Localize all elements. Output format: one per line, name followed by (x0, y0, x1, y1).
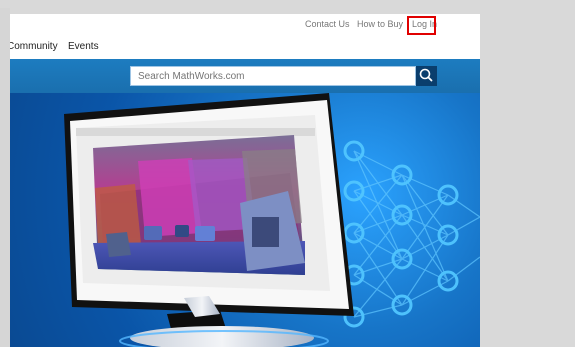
search-band (10, 59, 480, 93)
search-button[interactable] (416, 66, 437, 86)
search-icon (419, 68, 433, 82)
login-highlight-box (407, 16, 436, 35)
main-navigation: Community Events (10, 38, 480, 59)
hero-illustration (64, 93, 480, 347)
window-edge (0, 8, 10, 347)
how-to-buy-link[interactable]: How to Buy (357, 19, 403, 29)
nav-events[interactable]: Events (68, 41, 99, 52)
hero-banner (10, 93, 480, 347)
mathworks-page: Contact Us How to Buy Log In Community E… (10, 14, 480, 347)
right-margin (480, 0, 575, 347)
nav-community[interactable]: Community (10, 41, 58, 52)
contact-us-link[interactable]: Contact Us (305, 19, 350, 29)
utility-bar: Contact Us How to Buy Log In (10, 14, 480, 36)
screenshot-frame: Contact Us How to Buy Log In Community E… (0, 0, 575, 347)
monitor-graphic (64, 93, 354, 347)
search-input[interactable] (130, 66, 416, 86)
neural-network-graphic (343, 140, 480, 328)
